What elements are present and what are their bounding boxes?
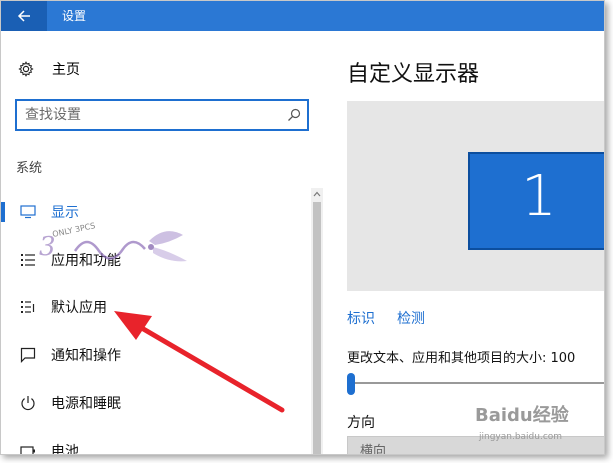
scroll-up-button[interactable]: [311, 188, 323, 200]
sidebar-item-label: 显示: [51, 205, 79, 221]
orientation-select[interactable]: 横向: [347, 436, 604, 455]
selection-indicator: [1, 441, 5, 454]
main-content: 自定义显示器 1 标识 检测 更改文本、应用和其他项目的大小: 100 方向 横…: [327, 31, 604, 455]
orientation-label: 方向: [347, 415, 375, 431]
scroll-thumb[interactable]: [313, 202, 321, 454]
search-input[interactable]: [17, 101, 287, 129]
window-title: 设置: [62, 9, 87, 23]
gear-icon: [17, 60, 35, 78]
display-preview: 1: [347, 101, 604, 291]
selection-indicator: [1, 250, 5, 270]
detect-link[interactable]: 检测: [397, 308, 425, 328]
sidebar-item-apps[interactable]: 应用和功能: [1, 240, 311, 280]
monitor-number: 1: [521, 164, 557, 229]
sidebar-item-power[interactable]: 电源和睡眠: [1, 383, 311, 423]
back-button[interactable]: [1, 1, 47, 31]
search-box[interactable]: [15, 99, 309, 131]
sidebar-item-label: 默认应用: [51, 300, 107, 316]
sidebar-item-label: 电池: [51, 444, 79, 455]
sidebar: 主页 系统 显示: [1, 31, 327, 455]
page-title: 自定义显示器: [347, 62, 480, 87]
back-arrow-icon: [17, 10, 30, 22]
sidebar-item-display[interactable]: 显示: [1, 192, 311, 232]
section-label-system: 系统: [16, 161, 43, 176]
sidebar-item-home[interactable]: 主页: [17, 59, 80, 79]
sidebar-item-battery[interactable]: 电池: [1, 431, 311, 455]
power-icon: [19, 394, 37, 412]
scale-slider-track[interactable]: [351, 382, 604, 384]
selection-indicator: [1, 393, 5, 413]
sidebar-scrollbar[interactable]: [311, 188, 323, 454]
monitor-icon: [19, 203, 37, 221]
orientation-value: 横向: [360, 444, 387, 455]
title-bar: 设置: [1, 1, 604, 31]
notification-icon: [19, 346, 37, 364]
settings-window: 设置 主页 系统: [0, 0, 605, 455]
scale-label: 更改文本、应用和其他项目的大小: 100: [347, 351, 576, 366]
identify-link[interactable]: 标识: [347, 308, 375, 328]
scale-slider-thumb[interactable]: [347, 373, 355, 395]
sidebar-item-notifications[interactable]: 通知和操作: [1, 335, 311, 375]
sidebar-item-label: 通知和操作: [51, 348, 121, 364]
sidebar-item-default-apps[interactable]: 默认应用: [1, 287, 311, 327]
selection-indicator: [1, 297, 5, 317]
monitor-tile[interactable]: 1: [468, 152, 604, 250]
sidebar-item-label: 电源和睡眠: [51, 396, 121, 412]
sidebar-item-label: 应用和功能: [51, 253, 121, 269]
selection-indicator: [1, 202, 5, 222]
home-label: 主页: [52, 62, 80, 78]
chevron-up-icon: [313, 191, 321, 197]
search-icon[interactable]: [287, 108, 301, 122]
selection-indicator: [1, 345, 5, 365]
apps-list-icon: [19, 251, 37, 269]
default-apps-icon: [19, 298, 37, 316]
battery-icon: [19, 442, 37, 454]
